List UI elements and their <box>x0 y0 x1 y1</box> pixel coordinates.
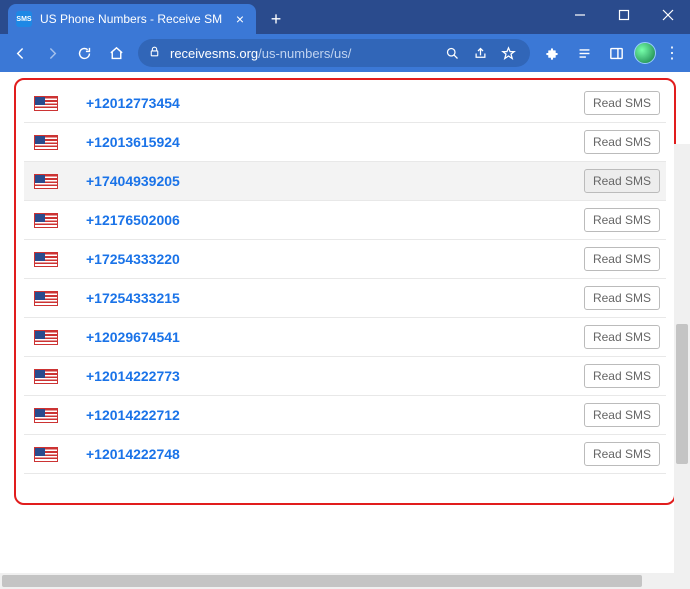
phone-row: +12014222712Read SMS <box>24 396 666 435</box>
phone-row: +12012773454Read SMS <box>24 84 666 123</box>
read-sms-button[interactable]: Read SMS <box>584 286 660 310</box>
phone-row: +12014222748Read SMS <box>24 435 666 474</box>
new-tab-button[interactable]: + <box>262 5 290 33</box>
horizontal-scrollbar[interactable] <box>0 573 674 589</box>
tab-close-icon[interactable]: × <box>232 11 248 27</box>
window-controls <box>558 0 690 34</box>
phone-number-link[interactable]: +12029674541 <box>86 329 584 345</box>
browser-tab[interactable]: SMS US Phone Numbers - Receive SM × <box>8 4 256 34</box>
phone-number-link[interactable]: +12014222748 <box>86 446 584 462</box>
phone-number-link[interactable]: +17404939205 <box>86 173 584 189</box>
extensions-icon[interactable] <box>538 39 566 67</box>
zoom-icon[interactable] <box>440 46 464 61</box>
maximize-button[interactable] <box>602 0 646 30</box>
phone-number-link[interactable]: +12014222712 <box>86 407 584 423</box>
titlebar: SMS US Phone Numbers - Receive SM × + <box>0 0 690 34</box>
phone-row: +17254333215Read SMS <box>24 279 666 318</box>
address-bar[interactable]: receivesms.org/us-numbers/us/ <box>138 39 530 67</box>
profile-avatar[interactable] <box>634 42 656 64</box>
phone-row: +12014222773Read SMS <box>24 357 666 396</box>
side-panel-icon[interactable] <box>602 39 630 67</box>
phone-row: +17404939205Read SMS <box>24 162 666 201</box>
phone-number-link[interactable]: +17254333215 <box>86 290 584 306</box>
url-text: receivesms.org/us-numbers/us/ <box>170 46 432 61</box>
vertical-scroll-thumb[interactable] <box>676 324 688 464</box>
us-flag-icon <box>34 447 58 462</box>
lock-icon <box>148 45 162 61</box>
menu-button[interactable]: ⋮ <box>660 43 684 63</box>
forward-button[interactable] <box>38 39 66 67</box>
read-sms-button[interactable]: Read SMS <box>584 442 660 466</box>
page-content: +12012773454Read SMS+12013615924Read SMS… <box>0 72 690 589</box>
read-sms-button[interactable]: Read SMS <box>584 91 660 115</box>
home-button[interactable] <box>102 39 130 67</box>
phone-row: +17254333220Read SMS <box>24 240 666 279</box>
us-flag-icon <box>34 96 58 111</box>
toolbar: receivesms.org/us-numbers/us/ ⋮ <box>0 34 690 72</box>
us-flag-icon <box>34 252 58 267</box>
read-sms-button[interactable]: Read SMS <box>584 364 660 388</box>
phone-row: +12176502006Read SMS <box>24 201 666 240</box>
us-flag-icon <box>34 135 58 150</box>
browser-window: SMS US Phone Numbers - Receive SM × + re… <box>0 0 690 589</box>
vertical-scrollbar[interactable] <box>674 144 690 573</box>
horizontal-scroll-thumb[interactable] <box>2 575 642 587</box>
phone-number-link[interactable]: +12014222773 <box>86 368 584 384</box>
read-sms-button[interactable]: Read SMS <box>584 247 660 271</box>
minimize-button[interactable] <box>558 0 602 30</box>
bookmark-star-icon[interactable] <box>496 46 520 61</box>
us-flag-icon <box>34 369 58 384</box>
read-sms-button[interactable]: Read SMS <box>584 403 660 427</box>
us-flag-icon <box>34 291 58 306</box>
us-flag-icon <box>34 213 58 228</box>
tab-title: US Phone Numbers - Receive SM <box>40 12 232 26</box>
phone-row: +12029674541Read SMS <box>24 318 666 357</box>
read-sms-button[interactable]: Read SMS <box>584 130 660 154</box>
read-sms-button[interactable]: Read SMS <box>584 169 660 193</box>
phone-row: +12013615924Read SMS <box>24 123 666 162</box>
read-sms-button[interactable]: Read SMS <box>584 208 660 232</box>
phone-number-link[interactable]: +12013615924 <box>86 134 584 150</box>
us-flag-icon <box>34 174 58 189</box>
reading-list-icon[interactable] <box>570 39 598 67</box>
share-icon[interactable] <box>468 46 492 61</box>
back-button[interactable] <box>6 39 34 67</box>
tab-favicon: SMS <box>16 11 32 27</box>
read-sms-button[interactable]: Read SMS <box>584 325 660 349</box>
phone-number-link[interactable]: +12012773454 <box>86 95 584 111</box>
phone-number-link[interactable]: +12176502006 <box>86 212 584 228</box>
us-flag-icon <box>34 408 58 423</box>
close-button[interactable] <box>646 0 690 30</box>
us-flag-icon <box>34 330 58 345</box>
phone-number-link[interactable]: +17254333220 <box>86 251 584 267</box>
phone-list: +12012773454Read SMS+12013615924Read SMS… <box>24 84 666 474</box>
scroll-corner <box>674 573 690 589</box>
reload-button[interactable] <box>70 39 98 67</box>
